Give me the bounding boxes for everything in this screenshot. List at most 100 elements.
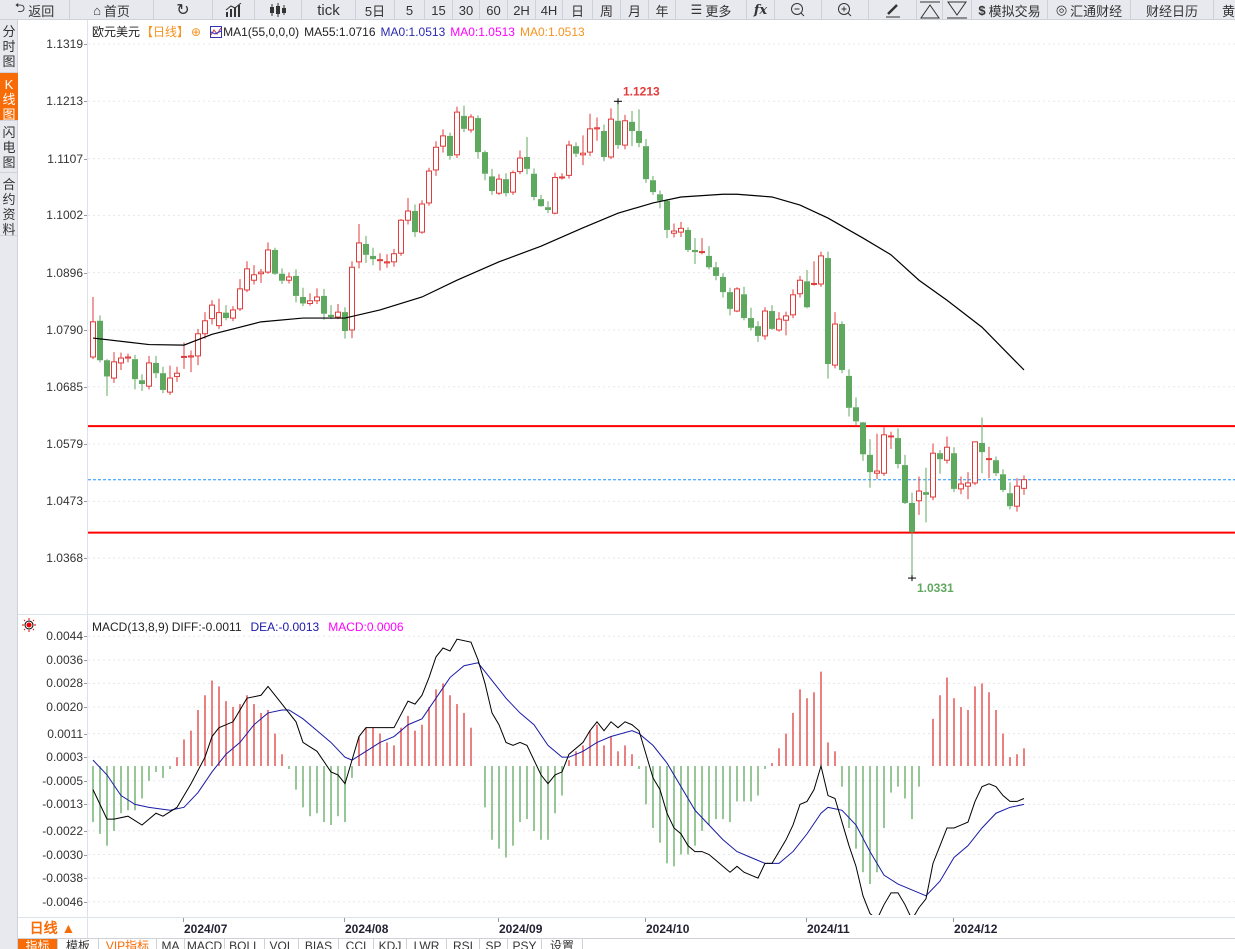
candle-body <box>209 304 215 320</box>
candle-body <box>979 442 985 453</box>
candle <box>594 117 600 141</box>
indicator-tab[interactable]: RSI <box>447 939 480 949</box>
period-30-button[interactable]: 30 <box>453 0 480 19</box>
macd-value: MACD:0.0006 <box>328 620 404 634</box>
candle-body <box>587 128 593 153</box>
y-tick-mark <box>84 558 87 560</box>
candle-body <box>615 120 621 146</box>
candle <box>727 287 733 316</box>
macd-chart[interactable] <box>88 615 1235 915</box>
period-2h-button[interactable]: 2H <box>508 0 536 19</box>
home-button[interactable]: ⌂ 首页 <box>70 0 154 19</box>
y-tick-mark <box>84 444 87 446</box>
formula-button[interactable]: fx <box>747 0 775 19</box>
candle-body <box>727 292 733 309</box>
indicator-tab[interactable]: SP <box>480 939 508 949</box>
candle <box>272 247 278 275</box>
candle <box>125 353 131 363</box>
back-button[interactable]: ⮌ 返回 <box>0 0 70 19</box>
candle <box>783 311 789 336</box>
candle-body <box>363 244 369 255</box>
period-5-button[interactable]: 5 <box>395 0 425 19</box>
period-week-button[interactable]: 周 <box>593 0 621 19</box>
home-label: 首页 <box>103 3 130 19</box>
candle-body <box>797 279 803 295</box>
candle-body <box>118 357 124 364</box>
candle <box>706 246 712 270</box>
candle-body <box>622 120 628 146</box>
zoom-in-button[interactable] <box>822 0 869 19</box>
indicator-tab[interactable]: KDJ <box>374 939 407 949</box>
more-button[interactable]: ☰ 更多 <box>676 0 747 19</box>
period-day-button[interactable]: 日 <box>563 0 593 19</box>
candle <box>678 221 684 237</box>
candle-body <box>874 470 880 474</box>
candle <box>930 443 936 501</box>
truncated-button[interactable]: 黄 <box>1214 0 1235 19</box>
candle <box>937 449 943 474</box>
candle-body <box>958 483 964 490</box>
indicator-tab[interactable]: MACD <box>185 939 225 949</box>
indicator-tab[interactable]: MA <box>157 939 185 949</box>
y-tick-label: 0.0011 <box>47 726 83 741</box>
candle-body <box>321 295 327 314</box>
move-up-button[interactable] <box>917 0 943 19</box>
calendar-button[interactable]: 财经日历 <box>1131 0 1214 19</box>
kline-chart[interactable]: 1.1213 1.0331 <box>88 20 1235 615</box>
ma-settings-icon[interactable] <box>210 25 223 38</box>
y-tick-mark <box>84 683 87 685</box>
tab-flash[interactable]: 闪电图 <box>0 121 18 173</box>
indicator-tab[interactable]: CCI <box>339 939 374 949</box>
sim-trade-button[interactable]: $ 模拟交易 <box>972 0 1048 19</box>
candle <box>510 170 516 195</box>
candle <box>895 428 901 469</box>
indicator-tab[interactable]: VOL <box>265 939 299 949</box>
period-4h-button[interactable]: 4H <box>536 0 563 19</box>
ma0-value-blue: MA0:1.0513 <box>380 24 446 39</box>
refresh-button[interactable]: ↻ <box>154 0 213 19</box>
indicator-tab[interactable]: LWR <box>407 939 447 949</box>
candle <box>608 108 614 160</box>
candlestick-button[interactable] <box>255 0 302 19</box>
candle-body <box>181 355 187 358</box>
draw-button[interactable] <box>869 0 917 19</box>
indicator-tab[interactable]: VIP指标 <box>99 939 157 949</box>
indicator-tab[interactable]: 设置 <box>542 939 583 949</box>
candle <box>860 421 866 461</box>
indicator-settings-icon[interactable] <box>22 618 36 632</box>
indicator-chart-button[interactable] <box>213 0 255 19</box>
five-day-button[interactable]: 5日 <box>356 0 395 19</box>
candle <box>944 436 950 464</box>
huitong-button[interactable]: ◎ 汇通财经 <box>1048 0 1131 19</box>
dea-value: DEA:-0.0013 <box>250 620 320 634</box>
ma0-value-orange: MA0:1.0513 <box>519 24 585 39</box>
candle <box>391 248 397 267</box>
indicator-tab[interactable]: 指标 <box>18 939 58 949</box>
candle-body <box>853 407 859 422</box>
candle-body <box>552 177 558 214</box>
candle-body <box>342 312 348 332</box>
indicator-tab[interactable]: BIAS <box>299 939 339 949</box>
indicator-tab[interactable]: 模板 <box>58 939 99 949</box>
period-60-button[interactable]: 60 <box>480 0 508 19</box>
tick-button[interactable]: tick <box>302 0 356 19</box>
period-selector[interactable]: 日线 ▲ <box>18 918 88 938</box>
y-tick-label: 1.0473 <box>46 494 83 509</box>
move-down-button[interactable] <box>943 0 972 19</box>
candle-body <box>706 255 712 268</box>
candle-body <box>573 146 579 154</box>
indicator-tab[interactable]: PSY <box>508 939 542 949</box>
candle-body <box>405 210 411 221</box>
candle <box>650 175 656 195</box>
add-indicator-icon[interactable]: ⊕ <box>191 25 201 39</box>
y-tick-mark <box>84 804 87 806</box>
tab-timeshare[interactable]: 分时图 <box>0 20 18 73</box>
period-year-button[interactable]: 年 <box>649 0 676 19</box>
period-selector-label: 日线 ▲ <box>29 920 76 936</box>
tab-kline[interactable]: K线图 <box>0 73 18 122</box>
period-month-button[interactable]: 月 <box>621 0 649 19</box>
period-15-button[interactable]: 15 <box>425 0 453 19</box>
zoom-out-button[interactable] <box>775 0 822 19</box>
tab-contract-info[interactable]: 合约资料 <box>0 173 18 237</box>
indicator-tab[interactable]: BOLL <box>225 939 265 949</box>
